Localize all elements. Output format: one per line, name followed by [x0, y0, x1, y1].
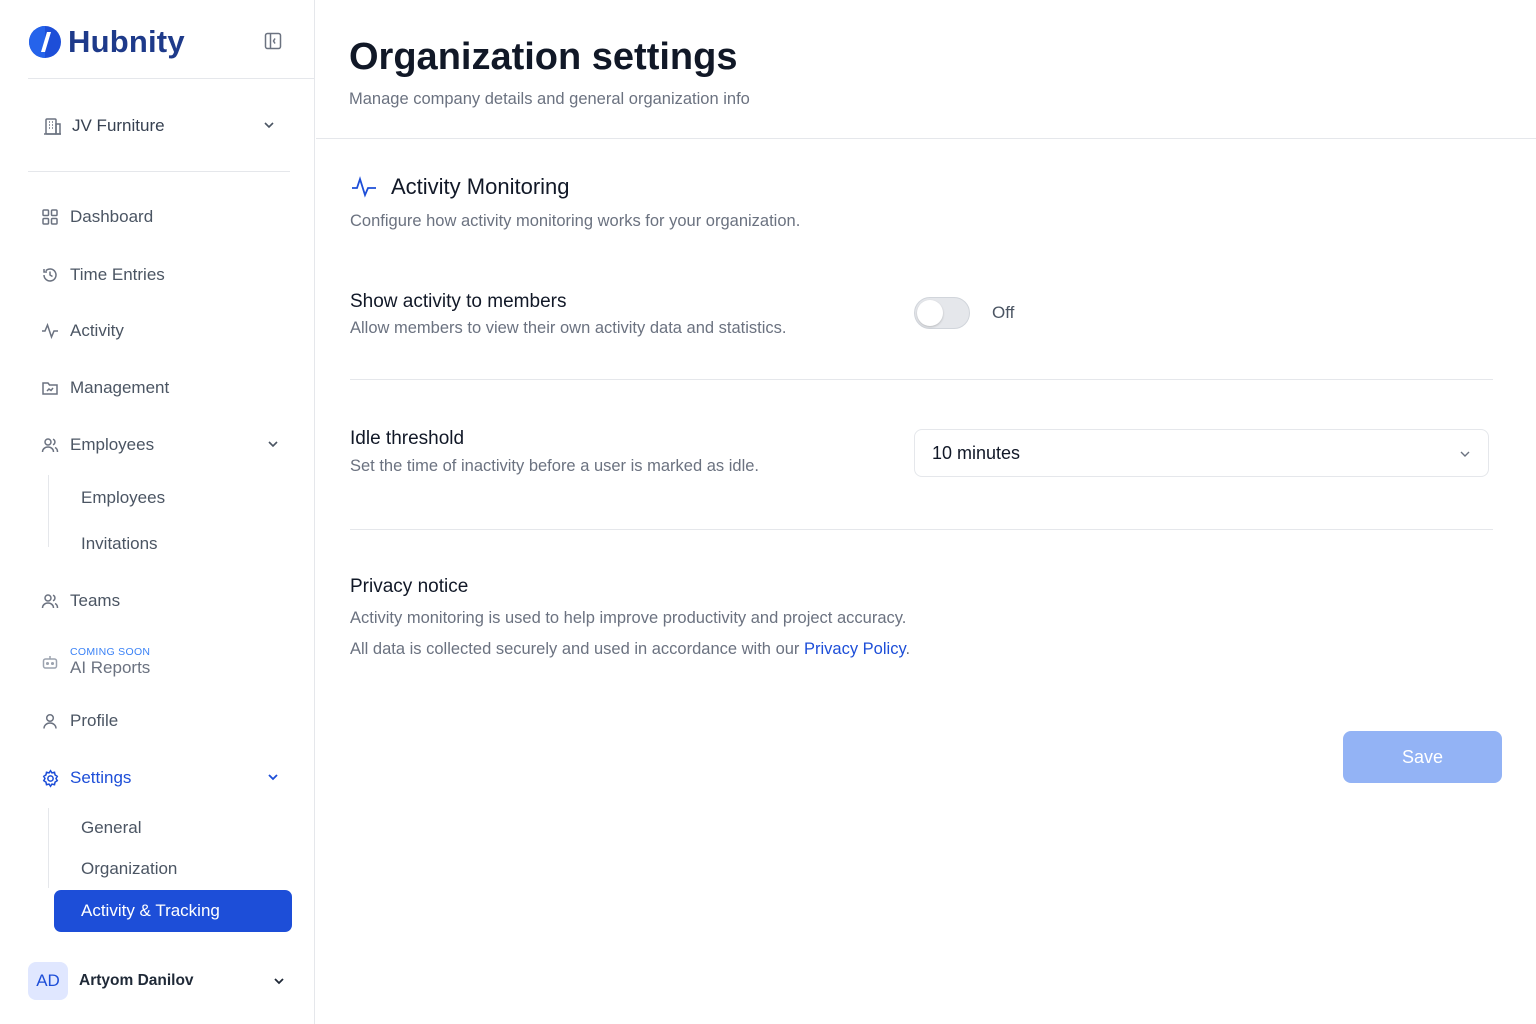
sidebar-item-activity[interactable]: Activity [28, 311, 290, 351]
tree-line [48, 475, 49, 547]
building-icon [44, 118, 61, 135]
sidebar-item-label: Teams [70, 591, 121, 610]
section-title: Activity Monitoring [391, 174, 570, 199]
history-icon [40, 265, 60, 285]
avatar: AD [28, 962, 68, 1000]
sidebar-item-label: Settings [70, 768, 132, 787]
idle-threshold-title: Idle threshold [350, 428, 465, 449]
user-icon [40, 711, 60, 731]
privacy-policy-link[interactable]: Privacy Policy [804, 640, 905, 658]
sidebar-collapse-button[interactable] [262, 30, 284, 52]
robot-icon [40, 652, 60, 672]
sidebar-item-label: Profile [70, 711, 119, 730]
pulse-icon [352, 176, 376, 198]
select-value: 10 minutes [932, 442, 1021, 463]
main-content: Organization settings Manage company det… [316, 0, 1536, 1024]
pulse-icon [40, 321, 60, 341]
sidebar-item-label: Employees [70, 435, 155, 454]
show-activity-toggle[interactable] [914, 297, 970, 329]
chevron-down-icon [274, 978, 284, 985]
section-header: Activity Monitoring [351, 174, 570, 200]
chevron-down-icon [1460, 451, 1470, 457]
sidebar-subitem-general[interactable]: General [54, 808, 292, 848]
brand-name: Hubnity [68, 24, 185, 59]
tree-line [48, 808, 49, 888]
page-subtitle: Manage company details and general organ… [349, 90, 750, 108]
sidebar-item-profile[interactable]: Profile [28, 701, 290, 741]
sidebar-subitem-activity-tracking[interactable]: Activity & Tracking [54, 890, 292, 932]
sidebar-subitem-organization[interactable]: Organization [54, 849, 292, 889]
idle-threshold-desc: Set the time of inactivity before a user… [350, 457, 760, 475]
sidebar-toggle-icon [264, 32, 282, 50]
user-name: Artyom Danilov [79, 972, 194, 989]
privacy-line-2-text: All data is collected securely and used … [350, 640, 804, 658]
sidebar-item-label: Management [70, 378, 170, 397]
section-subtitle: Configure how activity monitoring works … [350, 212, 801, 230]
org-name: JV Furniture [72, 116, 165, 135]
coming-soon-badge: COMING SOON [70, 646, 151, 658]
gear-icon [40, 768, 60, 788]
chevron-down-icon [268, 441, 278, 448]
sidebar-subitem-invitations[interactable]: Invitations [54, 524, 292, 564]
chevron-down-icon [264, 122, 274, 129]
privacy-line-2-suffix: . [905, 640, 911, 658]
sidebar-item-time-entries[interactable]: Time Entries [28, 255, 290, 295]
chevron-down-icon [268, 774, 278, 781]
privacy-title: Privacy notice [350, 576, 469, 597]
sidebar-item-settings[interactable]: Settings [28, 758, 290, 798]
toggle-state-label: Off [992, 303, 1015, 322]
org-selector[interactable]: JV Furniture [28, 104, 290, 148]
sidebar-item-management[interactable]: Management [28, 368, 290, 408]
hubnity-logo-icon [29, 26, 61, 58]
divider [28, 78, 315, 79]
sidebar-item-label: Activity [70, 321, 124, 340]
users-icon [40, 435, 60, 455]
sidebar-item-label: Time Entries [70, 265, 165, 284]
sidebar-subitem-employees[interactable]: Employees [54, 478, 292, 518]
divider [28, 171, 290, 172]
show-activity-title: Show activity to members [350, 291, 567, 312]
divider [316, 138, 1536, 139]
sidebar-item-employees[interactable]: Employees [28, 425, 290, 465]
page-title: Organization settings [349, 36, 738, 78]
brand[interactable]: Hubnity [28, 22, 288, 62]
show-activity-desc: Allow members to view their own activity… [350, 319, 787, 337]
toggle-knob [917, 300, 943, 326]
privacy-line-2: All data is collected securely and used … [350, 640, 910, 659]
divider [350, 379, 1493, 380]
sidebar: Hubnity JV Furniture Dashboard Time Entr… [0, 0, 315, 1024]
folder-chart-icon [40, 378, 60, 398]
sidebar-item-label: Dashboard [70, 207, 154, 226]
grid-icon [40, 207, 60, 227]
sidebar-item-label: AI Reports [70, 658, 151, 677]
user-menu[interactable]: AD Artyom Danilov [28, 961, 290, 1001]
sidebar-item-teams[interactable]: Teams [28, 581, 290, 621]
sidebar-item-dashboard[interactable]: Dashboard [28, 197, 290, 237]
save-button[interactable]: Save [1343, 731, 1502, 783]
privacy-line-1: Activity monitoring is used to help impr… [350, 609, 907, 627]
idle-threshold-select[interactable]: 10 minutes [914, 429, 1489, 477]
team-icon [40, 591, 60, 611]
divider [350, 529, 1493, 530]
sidebar-item-ai-reports[interactable]: COMING SOON AI Reports [28, 640, 290, 684]
